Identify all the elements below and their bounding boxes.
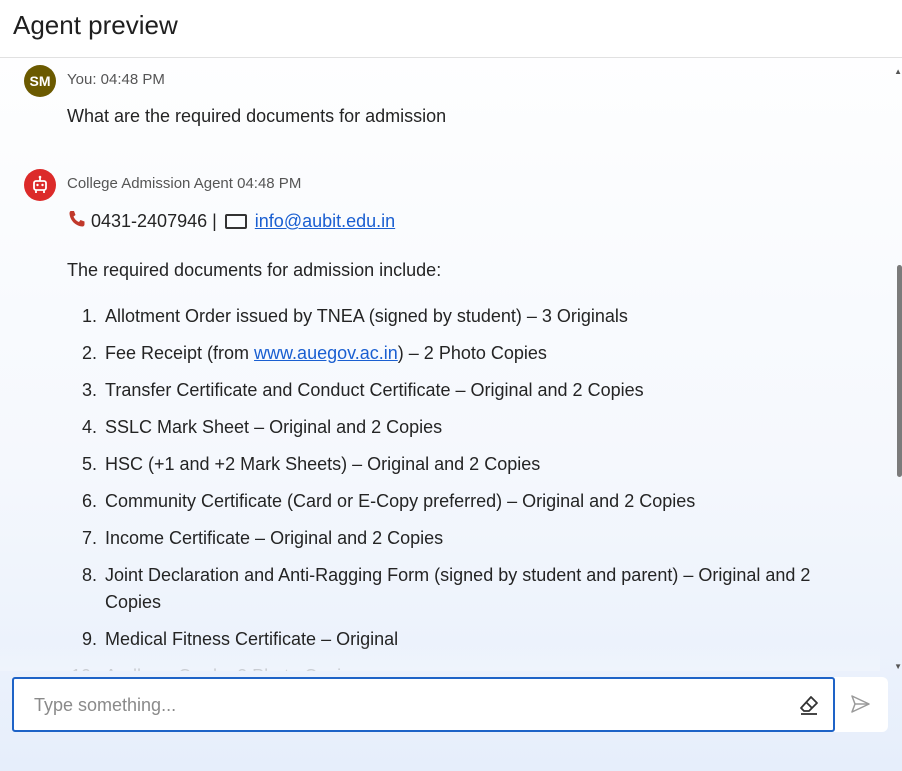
- list-item: 7. Income Certificate – Original and 2 Co…: [82, 528, 444, 548]
- user-avatar: SM: [24, 65, 56, 97]
- user-message-meta: You: 04:48 PM: [67, 71, 165, 88]
- list-item: 8. Joint Declaration and Anti-Ragging For…: [82, 565, 811, 612]
- website-link[interactable]: www.auegov.ac.in: [254, 343, 398, 363]
- send-icon[interactable]: [848, 692, 872, 716]
- list-item: 6. Community Certificate (Card or E-Copy …: [82, 491, 696, 511]
- robot-icon: [33, 175, 47, 193]
- user-message-text: What are the required documents for admi…: [67, 106, 447, 126]
- contact-line: 0431-2407946 | info@aubit.edu.in: [67, 209, 395, 234]
- mail-icon: [224, 214, 247, 229]
- message-input[interactable]: [34, 691, 774, 719]
- list-item: 10.Aadhaar Card – 2 Photo Copies: [71, 663, 832, 671]
- page-title: Agent preview: [13, 10, 178, 40]
- phone-icon: [67, 209, 87, 234]
- list-item: 5. HSC (+1 and +2 Mark Sheets) – Original…: [82, 454, 541, 474]
- chat-transcript[interactable]: SM You: 04:48 PM What are the required d…: [0, 59, 902, 671]
- list-item: 1. Allotment Order issued by TNEA (signed…: [82, 306, 628, 326]
- agent-intro-text: The required documents for admission inc…: [67, 260, 442, 280]
- list-item: 9. Medical Fitness Certificate – Original: [82, 629, 399, 649]
- scroll-down-arrow-icon[interactable]: ▼: [894, 662, 902, 671]
- scrollbar[interactable]: ▲ ▼: [894, 59, 902, 671]
- list-item: 2. Fee Receipt (from www.auegov.ac.in) – …: [82, 343, 547, 363]
- documents-list: 1. Allotment Order issued by TNEA (signed…: [71, 303, 832, 671]
- phone-number: 0431-2407946 |: [91, 211, 217, 231]
- agent-avatar: [24, 169, 56, 201]
- scrollbar-thumb[interactable]: [897, 265, 902, 477]
- message-composer: [12, 677, 888, 732]
- header: Agent preview: [0, 0, 902, 58]
- list-item: 3. Transfer Certificate and Conduct Certi…: [82, 380, 644, 400]
- email-link[interactable]: info@aubit.edu.in: [255, 211, 395, 232]
- eraser-icon[interactable]: [797, 693, 821, 717]
- scroll-up-arrow-icon[interactable]: ▲: [894, 67, 902, 76]
- list-item: 4. SSLC Mark Sheet – Original and 2 Copie…: [82, 417, 443, 437]
- agent-message-meta: College Admission Agent 04:48 PM: [67, 175, 302, 192]
- message-input-box: [12, 677, 835, 732]
